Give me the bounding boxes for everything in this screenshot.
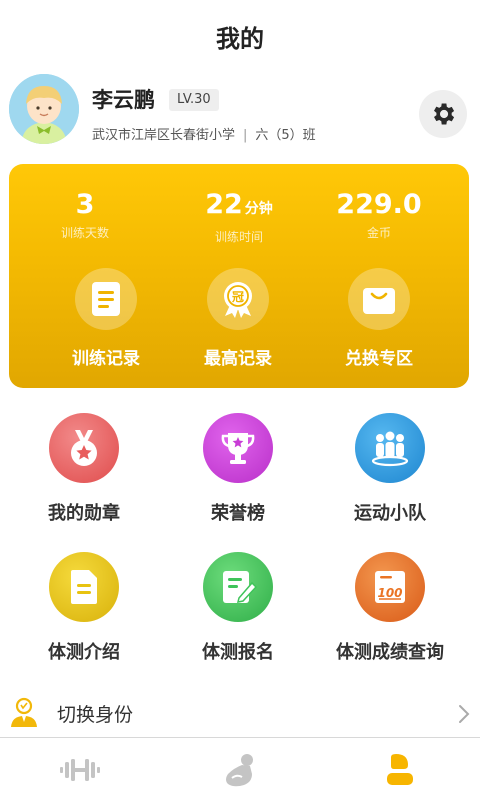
school-info: 武汉市江岸区长春街小学 | 六（5）班 bbox=[92, 124, 316, 143]
stats-card: 3 训练天数 22 分钟 训练时间 229.0 金币 训练记录 冠 最高记录 兑… bbox=[9, 164, 469, 388]
trophy-icon bbox=[221, 433, 255, 464]
tab-mine[interactable] bbox=[320, 738, 480, 800]
level-badge: LV.30 bbox=[169, 89, 219, 111]
stat-unit: 分钟 bbox=[244, 201, 273, 217]
document-icon bbox=[71, 570, 97, 604]
class-name: 六（5）班 bbox=[255, 128, 316, 143]
medal-icon bbox=[71, 430, 97, 466]
stat-value: 229.0 bbox=[336, 189, 422, 220]
crown-badge-icon: 冠 bbox=[224, 282, 252, 318]
menu-test-score-query[interactable]: 100 体测成绩查询 bbox=[315, 552, 465, 664]
bottom-tab-bar bbox=[0, 737, 480, 800]
arm-muscle-icon bbox=[226, 753, 253, 786]
settings-button[interactable] bbox=[419, 90, 467, 138]
switch-identity-label: 切换身份 bbox=[57, 704, 134, 726]
stat-training-time: 22 分钟 训练时间 bbox=[179, 188, 299, 245]
svg-text:冠: 冠 bbox=[232, 290, 244, 304]
chevron-right-icon bbox=[458, 704, 470, 728]
page-header: 我的 bbox=[0, 0, 480, 72]
score-100-icon: 100 bbox=[375, 571, 405, 603]
menu-label: 体测介绍 bbox=[48, 642, 120, 663]
best-record-button[interactable]: 冠 最高记录 bbox=[178, 268, 298, 369]
stat-label: 训练天数 bbox=[60, 226, 109, 240]
profile-icon bbox=[387, 753, 413, 785]
quick-label: 兑换专区 bbox=[345, 349, 413, 369]
user-switch-icon bbox=[8, 696, 40, 732]
user-name: 李云鹏 bbox=[92, 88, 155, 112]
menu-test-signup[interactable]: 体测报名 bbox=[163, 552, 313, 664]
profile-section: 李云鹏 LV.30 武汉市江岸区长春街小学 | 六（5）班 bbox=[0, 74, 480, 150]
team-icon bbox=[371, 431, 409, 467]
training-record-button[interactable]: 训练记录 bbox=[46, 268, 166, 369]
edit-form-icon bbox=[223, 571, 257, 603]
stat-value: 22 bbox=[205, 189, 243, 220]
menu-label: 体测成绩查询 bbox=[336, 642, 444, 663]
menu-label: 我的勋章 bbox=[48, 503, 120, 524]
shopping-bag-icon bbox=[363, 288, 395, 314]
school-name: 武汉市江岸区长春街小学 bbox=[92, 128, 236, 143]
menu-test-intro[interactable]: 体测介绍 bbox=[9, 552, 159, 664]
tab-training[interactable] bbox=[0, 738, 160, 800]
separator: | bbox=[243, 128, 248, 143]
switch-identity-row[interactable]: 切换身份 bbox=[0, 692, 480, 734]
stat-value: 3 bbox=[75, 189, 95, 220]
stat-training-days: 3 训练天数 bbox=[25, 188, 145, 241]
gear-icon bbox=[434, 103, 455, 125]
menu-label: 荣誉榜 bbox=[211, 503, 265, 524]
svg-text:100: 100 bbox=[377, 586, 402, 600]
menu-honor-roll[interactable]: 荣誉榜 bbox=[163, 413, 313, 525]
quick-label: 训练记录 bbox=[72, 349, 140, 369]
menu-sports-team[interactable]: 运动小队 bbox=[315, 413, 465, 525]
menu-my-medals[interactable]: 我的勋章 bbox=[9, 413, 159, 525]
page-title: 我的 bbox=[216, 24, 264, 53]
avatar[interactable] bbox=[9, 74, 79, 144]
quick-label: 最高记录 bbox=[204, 349, 272, 369]
stat-coins: 229.0 金币 bbox=[319, 188, 439, 241]
stat-label: 训练时间 bbox=[214, 230, 263, 244]
menu-label: 体测报名 bbox=[202, 642, 274, 663]
exchange-zone-button[interactable]: 兑换专区 bbox=[319, 268, 439, 369]
dumbbell-icon bbox=[60, 758, 100, 781]
record-book-icon bbox=[92, 282, 120, 316]
stat-label: 金币 bbox=[366, 226, 391, 240]
tab-exercise[interactable] bbox=[160, 738, 320, 800]
menu-label: 运动小队 bbox=[354, 503, 426, 524]
